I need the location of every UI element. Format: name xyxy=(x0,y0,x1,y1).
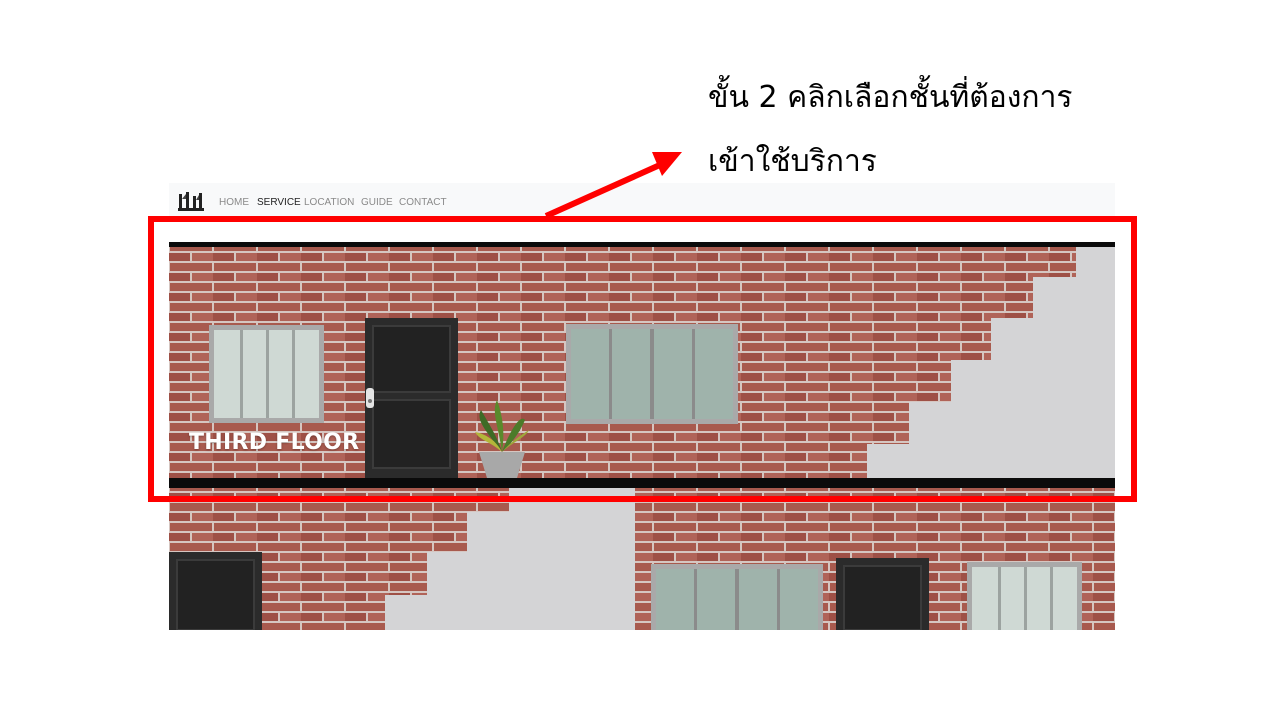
site-logo-icon[interactable] xyxy=(178,191,204,213)
window-lower-center xyxy=(651,564,823,630)
navbar: HOME SERVICE LOCATION GUIDE CONTACT xyxy=(169,183,1115,217)
nav-contact[interactable]: CONTACT xyxy=(399,197,447,208)
door xyxy=(365,318,458,478)
window-left xyxy=(209,325,324,423)
instruction-step-subtitle: เข้าใช้บริการ xyxy=(708,144,877,179)
second-floor[interactable] xyxy=(169,488,1115,630)
building-floors: THIRD FLOOR xyxy=(169,242,1115,630)
nav-location[interactable]: LOCATION xyxy=(304,197,354,208)
window-center xyxy=(566,324,738,424)
instruction-step-title: ขั้น 2 คลิกเลือกชั้นที่ต้องการ xyxy=(708,80,1073,115)
window-lower-right xyxy=(967,562,1082,630)
nav-service[interactable]: SERVICE xyxy=(257,197,301,208)
website-view: HOME SERVICE LOCATION GUIDE CONTACT THIR… xyxy=(169,183,1115,630)
door xyxy=(836,558,929,630)
door xyxy=(169,552,262,630)
nav-home[interactable]: HOME xyxy=(219,197,249,208)
nav-guide[interactable]: GUIDE xyxy=(361,197,393,208)
third-floor-label[interactable]: THIRD FLOOR xyxy=(189,430,359,455)
